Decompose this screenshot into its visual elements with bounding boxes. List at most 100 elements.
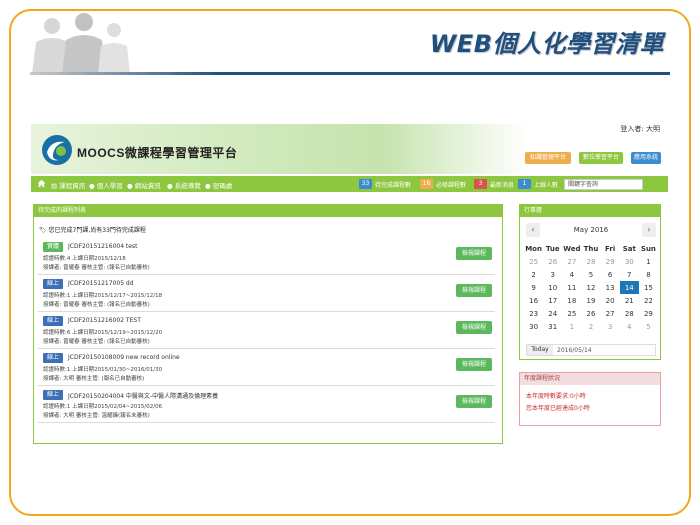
course-item: 線上 JCDF20151217005 dd 認證時數:1 上課日期2015/12… xyxy=(38,276,495,312)
course-instructor: 授課者: 大明 審核主管: (報名已自動審核) xyxy=(43,376,145,382)
nav-course-info[interactable]: ▤ 課程資訊 xyxy=(51,180,85,190)
nav-personal-learning[interactable]: ● 個人學習 xyxy=(89,180,123,190)
course-instructor: 授課者: 曾耀春 審核主管: (報名已自動審核) xyxy=(43,339,150,345)
nav-password[interactable]: ● 密碼處 xyxy=(205,180,232,190)
calendar-day[interactable]: 9 xyxy=(524,281,543,294)
calendar-day[interactable]: 4 xyxy=(562,268,581,281)
course-title: JCDF20151217005 dd xyxy=(68,280,134,287)
calendar-day[interactable]: 10 xyxy=(543,281,562,294)
calendar-day[interactable]: 19 xyxy=(581,294,600,307)
calendar-day[interactable]: 6 xyxy=(601,268,620,281)
course-type-badge: 線上 xyxy=(43,390,63,400)
calendar-day[interactable]: 21 xyxy=(620,294,639,307)
calendar-day[interactable]: 25 xyxy=(524,255,543,268)
course-type-badge: 線上 xyxy=(43,279,63,289)
calendar-day[interactable]: 15 xyxy=(639,281,658,294)
calendar-day[interactable]: 30 xyxy=(620,255,639,268)
online-users-label: 上線人數 xyxy=(534,182,559,189)
calendar-day[interactable]: 20 xyxy=(601,294,620,307)
calendar-day[interactable]: 7 xyxy=(620,268,639,281)
view-course-button[interactable]: 檢視課程 xyxy=(456,247,492,260)
calendar-day[interactable]: 28 xyxy=(581,255,600,268)
course-type-badge: 線上 xyxy=(43,316,63,326)
required-courses-count[interactable]: 16 xyxy=(420,179,433,189)
calendar-day[interactable]: 16 xyxy=(524,294,543,307)
calendar-day[interactable]: 2 xyxy=(581,320,600,333)
calendar-title: 行事曆 xyxy=(520,205,660,217)
course-title: JCDF20151216004 test xyxy=(68,243,138,250)
knowledge-platform-button[interactable]: 知識管理平台 xyxy=(525,152,571,164)
calendar-grid: Mon Tue Wed Thu Fri Sat Sun 25 26 27 28 … xyxy=(524,243,658,333)
home-icon[interactable] xyxy=(37,179,46,188)
pending-course-panel-title: 待完成的課程列表 xyxy=(34,205,502,217)
elearning-platform-button[interactable]: 數位學習平台 xyxy=(579,152,623,164)
lms-screenshot: MOOCS微課程學習管理平台 登入者: 大明 知識管理平台 數位學習平台 應用系… xyxy=(31,120,668,460)
course-item: 線上 JCDF20151216002 TEST 認證時數:6 上課日期2015/… xyxy=(38,313,495,349)
main-navbar: ▤ 課程資訊 ● 個人學習 ● 網站資訊 ● 系統導覽 ● 密碼處 33 待完成… xyxy=(31,176,668,192)
annual-achieved-hours: 您本年度已經達成0小時 xyxy=(526,405,590,412)
calendar-day[interactable]: 29 xyxy=(639,307,658,320)
calendar-panel: 行事曆 ‹ May 2016 › Mon Tue Wed Thu Fri Sat… xyxy=(519,204,661,360)
calendar-day[interactable]: 18 xyxy=(562,294,581,307)
view-course-button[interactable]: 檢視課程 xyxy=(456,358,492,371)
course-hours-dates: 認證時數:1 上課日期2015/02/04~2015/02/06 xyxy=(43,404,163,410)
course-type-badge: 線上 xyxy=(43,353,63,363)
calendar-day[interactable]: 28 xyxy=(620,307,639,320)
course-title: JCDF20150108009 new record online xyxy=(68,354,180,361)
annual-status-title: 年度課程狀況 xyxy=(520,373,660,385)
view-course-button[interactable]: 檢視課程 xyxy=(456,395,492,408)
completion-notice: 🏷 您已完成7門課,尚有33門待完成課程 xyxy=(39,227,146,234)
view-course-button[interactable]: 檢視課程 xyxy=(456,284,492,297)
calendar-day[interactable]: 23 xyxy=(524,307,543,320)
calendar-day[interactable]: 5 xyxy=(639,320,658,333)
keyword-search-input[interactable]: 關鍵字查詢 xyxy=(564,179,643,190)
calendar-day[interactable]: 2 xyxy=(524,268,543,281)
calendar-day[interactable]: 25 xyxy=(562,307,581,320)
tag-icon: 🏷 xyxy=(39,227,47,234)
calendar-day[interactable]: 5 xyxy=(581,268,600,281)
apps-button[interactable]: 應用系統 xyxy=(631,152,661,164)
calendar-day[interactable]: 1 xyxy=(562,320,581,333)
course-hours-dates: 認證時數:4 上課日期2015/12/18 xyxy=(43,256,126,262)
calendar-day[interactable]: 4 xyxy=(620,320,639,333)
calendar-day[interactable]: 27 xyxy=(601,307,620,320)
nav-site-info[interactable]: ● 網站資訊 xyxy=(127,180,161,190)
calendar-day[interactable]: 30 xyxy=(524,320,543,333)
calendar-day[interactable]: 26 xyxy=(581,307,600,320)
logged-in-user: 登入者: 大明 xyxy=(620,125,660,133)
course-title: JCDF20150204004 中醫與文-中醫人際溝通及倫理素養 xyxy=(68,393,219,400)
calendar-day[interactable]: 29 xyxy=(601,255,620,268)
weekday-header: Wed xyxy=(563,245,581,253)
view-course-button[interactable]: 檢視課程 xyxy=(456,321,492,334)
pending-course-panel: 待完成的課程列表 🏷 您已完成7門課,尚有33門待完成課程 實體 JCDF201… xyxy=(33,204,503,444)
pending-courses-count[interactable]: 33 xyxy=(359,179,372,189)
calendar-day[interactable]: 27 xyxy=(562,255,581,268)
annual-status-panel: 年度課程狀況 本年度時數要求:0小時 您本年度已經達成0小時 xyxy=(519,372,661,426)
calendar-month: May 2016 xyxy=(573,226,609,234)
calendar-day[interactable]: 24 xyxy=(543,307,562,320)
slide-title: WEB個人化學習清單 xyxy=(429,30,664,58)
site-header: MOOCS微課程學習管理平台 xyxy=(31,124,668,174)
calendar-day[interactable]: 8 xyxy=(639,268,658,281)
news-count[interactable]: 3 xyxy=(474,179,487,189)
calendar-day[interactable]: 31 xyxy=(543,320,562,333)
calendar-day[interactable]: 11 xyxy=(562,281,581,294)
calendar-day[interactable]: 22 xyxy=(639,294,658,307)
calendar-day[interactable]: 12 xyxy=(581,281,600,294)
today-button[interactable]: Today xyxy=(527,345,553,355)
next-month-button[interactable]: › xyxy=(642,223,656,237)
nav-system-guide[interactable]: ● 系統導覽 xyxy=(167,180,201,190)
pending-courses-label: 待完成課程數 xyxy=(375,182,412,189)
calendar-day-today[interactable]: 14 xyxy=(619,281,639,294)
calendar-day[interactable]: 1 xyxy=(639,255,658,268)
calendar-day[interactable]: 3 xyxy=(601,320,620,333)
calendar-day[interactable]: 17 xyxy=(543,294,562,307)
today-row: Today 2016/05/14 xyxy=(526,344,656,356)
prev-month-button[interactable]: ‹ xyxy=(526,223,540,237)
calendar-day[interactable]: 26 xyxy=(543,255,562,268)
calendar-day[interactable]: 13 xyxy=(601,281,620,294)
course-instructor: 授課者: 曾耀春 審核主管: (報名已自動審核) xyxy=(43,265,150,271)
online-users-count[interactable]: 1 xyxy=(518,179,531,189)
course-hours-dates: 認證時數:1 上課日期2015/01/30~2016/01/30 xyxy=(43,367,163,373)
calendar-day[interactable]: 3 xyxy=(543,268,562,281)
